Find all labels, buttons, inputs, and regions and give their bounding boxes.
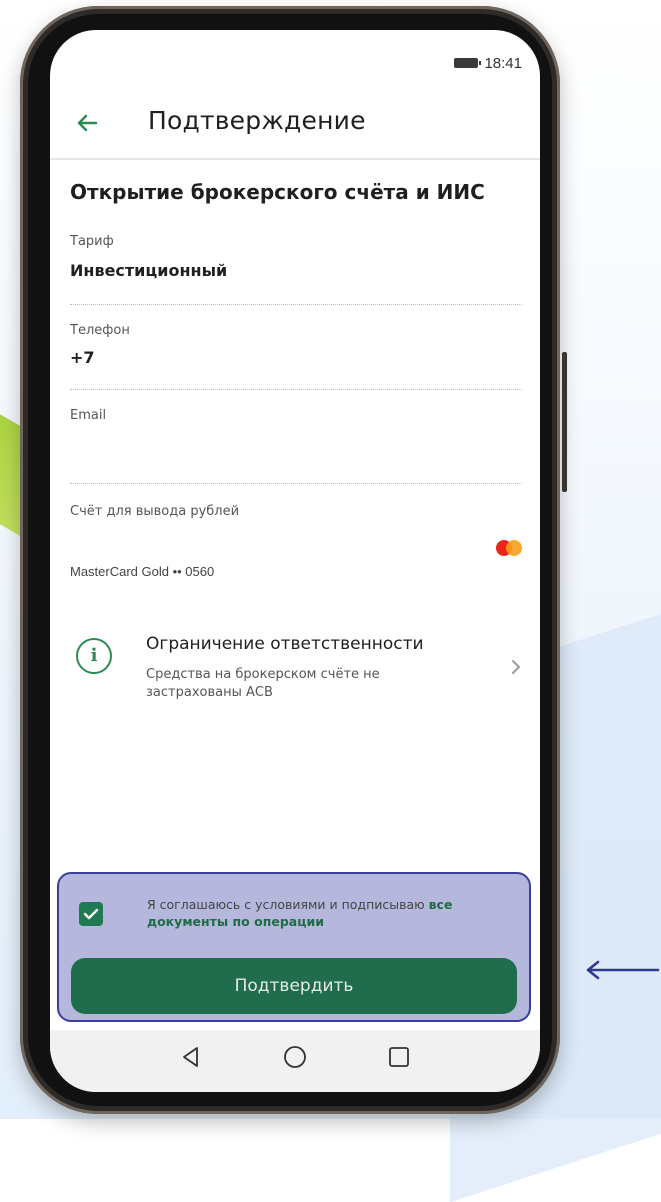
check-icon xyxy=(83,908,99,920)
field-payout-account[interactable]: Счёт для вывода рублей MasterCard Gold •… xyxy=(70,504,522,584)
nav-back-icon[interactable] xyxy=(178,1044,204,1070)
agreement-label: Я соглашаюсь с условиями и подписываю xyxy=(147,897,429,912)
divider xyxy=(70,457,522,484)
agree-checkbox[interactable] xyxy=(79,902,103,926)
confirm-button[interactable]: Подтвердить xyxy=(71,958,517,1014)
phone-side-button xyxy=(562,352,567,492)
app-bar: Подтверждение xyxy=(50,100,540,160)
field-label: Телефон xyxy=(70,323,130,338)
field-tariff[interactable]: Тариф Инвестиционный xyxy=(70,234,522,305)
agreement-block: Я соглашаюсь с условиями и подписываю вс… xyxy=(57,872,531,1022)
field-value xyxy=(70,437,522,457)
field-label: Тариф xyxy=(70,234,114,249)
disclaimer-text: Средства на брокерском счёте не застрахо… xyxy=(146,667,380,700)
back-arrow-icon[interactable] xyxy=(72,108,102,138)
info-icon: i xyxy=(76,638,112,674)
nav-home-icon[interactable] xyxy=(282,1044,308,1070)
agreement-text: Я соглашаюсь с условиями и подписываю вс… xyxy=(147,896,497,930)
field-value: MasterCard Gold •• 0560 xyxy=(70,564,215,579)
field-label: Счёт для вывода рублей xyxy=(70,504,240,519)
nav-recents-icon[interactable] xyxy=(386,1044,412,1070)
battery-icon xyxy=(454,58,482,68)
field-value: +7 xyxy=(70,348,95,367)
page-title: Подтверждение xyxy=(148,106,366,135)
phone-screen: 18:41 Подтверждение Открытие брокерского… xyxy=(50,30,540,1092)
status-time: 18:41 xyxy=(484,54,522,72)
section-title: Открытие брокерского счёта и ИИС xyxy=(70,180,485,204)
mastercard-icon xyxy=(496,540,522,556)
disclaimer-title: Ограничение ответственности xyxy=(146,634,424,654)
field-phone[interactable]: Телефон +7 xyxy=(70,323,522,390)
disclaimer-row[interactable]: i Ограничение ответственности Средства н… xyxy=(70,630,522,710)
divider xyxy=(70,280,522,305)
field-label: Email xyxy=(70,408,107,423)
system-nav-bar xyxy=(50,1030,540,1092)
chevron-right-icon xyxy=(512,660,521,674)
divider xyxy=(70,367,522,390)
field-email[interactable]: Email xyxy=(70,408,522,484)
pointer-arrow-icon xyxy=(586,960,660,980)
form-content: Открытие брокерского счёта и ИИС Тариф И… xyxy=(70,180,522,584)
status-bar: 18:41 xyxy=(454,52,522,74)
field-value: Инвестиционный xyxy=(70,261,228,280)
